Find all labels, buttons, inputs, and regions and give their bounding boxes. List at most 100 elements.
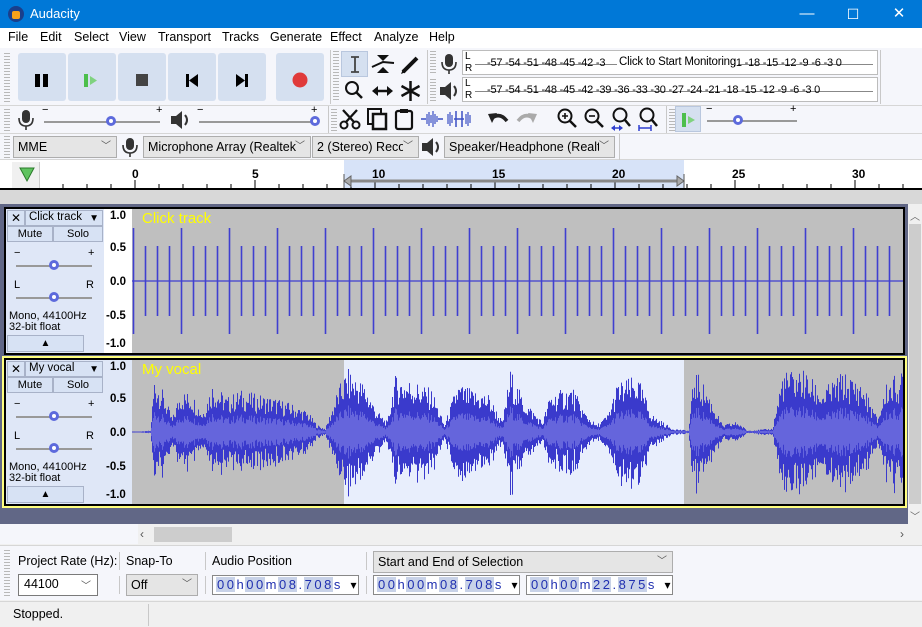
collapse-track-button[interactable]: ▲ [7,335,84,352]
menu-view[interactable]: View [119,30,146,44]
time-shift-tool-button[interactable] [369,78,396,104]
scroll-up-arrow-icon[interactable]: ︿ [908,208,922,223]
waveform-area[interactable]: My vocal [132,360,903,504]
track-vocal[interactable]: ✕ My vocal ▼ Mute Solo − + L R Mono, 441… [4,358,905,506]
close-track-button[interactable]: ✕ [7,361,25,377]
redo-button[interactable] [513,106,539,132]
slider-thumb[interactable] [49,411,59,421]
pan-slider[interactable]: L R [14,279,94,305]
playback-device-select[interactable]: Speaker/Headphone (Realte ﹀ [444,136,615,158]
skip-to-start-button[interactable] [168,53,216,101]
toolbar-grip[interactable] [4,136,10,158]
zoom-tool-button[interactable] [341,78,368,104]
track-menu-button[interactable]: My vocal ▼ [25,361,103,377]
recording-device-select[interactable]: Microphone Array (Realtek ﹀ [143,136,311,158]
solo-button[interactable]: Solo [53,226,103,242]
undo-button[interactable] [486,106,512,132]
toolbar-grip[interactable] [4,109,10,131]
menu-effect[interactable]: Effect [330,30,362,44]
fit-selection-button[interactable] [608,106,634,132]
scroll-down-arrow-icon[interactable]: ﹀ [908,508,922,523]
cut-button[interactable] [337,106,363,132]
menu-generate[interactable]: Generate [270,30,322,44]
record-volume-slider[interactable]: − + [42,104,164,130]
maximize-button[interactable]: ☐ [830,0,876,28]
selection-end-field[interactable]: 00h00m22.875s ▾ [526,575,673,595]
minimize-button[interactable]: — [784,0,830,28]
project-rate-select[interactable]: 44100 ﹀ [18,574,98,596]
menu-edit[interactable]: Edit [40,30,62,44]
copy-button[interactable] [364,106,390,132]
toolbar-grip[interactable] [430,79,436,101]
track-click[interactable]: ✕ Click track ▼ Mute Solo − + L R Mono, … [4,207,905,355]
menu-transport[interactable]: Transport [158,30,211,44]
slider-thumb[interactable] [310,116,320,126]
record-meter-button[interactable] [437,51,461,77]
playback-meter[interactable]: L R -57 -54 -51 -48 -45 -42 -39 -36 -33 … [462,77,878,102]
dropdown-arrow-icon[interactable]: ▾ [664,576,671,594]
paste-button[interactable] [391,106,417,132]
snap-to-select[interactable]: Off ﹀ [126,574,198,596]
selection-range-arrow[interactable] [343,174,685,188]
selection-tool-button[interactable] [341,51,368,77]
slider-thumb[interactable] [49,292,59,302]
draw-tool-button[interactable] [397,51,424,77]
mute-button[interactable]: Mute [7,226,53,242]
toolbar-grip[interactable] [430,51,436,73]
playback-meter-button[interactable] [437,78,461,104]
menu-select[interactable]: Select [74,30,109,44]
menu-analyze[interactable]: Analyze [374,30,418,44]
play-button[interactable] [68,53,116,101]
stop-button[interactable] [118,53,166,101]
trim-audio-button[interactable] [419,106,445,132]
collapse-track-button[interactable]: ▲ [7,486,84,503]
multi-tool-button[interactable] [397,78,424,104]
recording-channels-select[interactable]: 2 (Stereo) Recor ﹀ [312,136,419,158]
skip-to-end-button[interactable] [218,53,266,101]
zoom-out-button[interactable] [581,106,607,132]
dropdown-arrow-icon[interactable]: ▾ [511,576,518,594]
track-menu-button[interactable]: Click track ▼ [25,210,103,226]
envelope-tool-button[interactable] [369,51,396,77]
selection-mode-select[interactable]: Start and End of Selection ﹀ [373,551,673,573]
solo-button[interactable]: Solo [53,377,103,393]
record-meter[interactable]: L R -57 -54 -51 -48 -45 -42 -3 Click to … [462,50,878,75]
slider-thumb[interactable] [732,115,743,125]
menu-file[interactable]: File [8,30,28,44]
close-button[interactable]: ✕ [876,0,922,28]
gain-slider[interactable]: − + [14,398,94,424]
slider-thumb[interactable] [49,443,59,453]
dropdown-arrow-icon[interactable]: ▾ [350,576,357,594]
playback-volume-slider[interactable]: − + [197,104,320,130]
audio-position-field[interactable]: 00h00m08.708s ▾ [212,575,359,595]
gain-slider[interactable]: − + [14,247,94,273]
vertical-scrollbar[interactable]: ︿ ﹀ [908,204,922,524]
vertical-ruler[interactable]: 1.0 0.5 0.0 -0.5 -1.0 [104,209,132,353]
start-monitoring-prompt[interactable]: Click to Start Monitoring [617,56,739,68]
toolbar-grip[interactable] [4,53,10,103]
waveform-area[interactable]: Click track [132,209,903,353]
close-track-button[interactable]: ✕ [7,210,25,226]
menu-tracks[interactable]: Tracks [222,30,259,44]
slider-thumb[interactable] [106,116,117,126]
pan-slider[interactable]: L R [14,430,94,456]
toolbar-grip[interactable] [4,550,10,596]
selection-start-field[interactable]: 00h00m08.708s ▾ [373,575,520,595]
scrollbar-thumb[interactable] [154,527,232,542]
scroll-left-arrow-icon[interactable]: ‹ [140,527,152,541]
horizontal-scrollbar[interactable]: ‹ › [138,525,922,543]
silence-audio-button[interactable] [446,106,472,132]
scroll-right-arrow-icon[interactable]: › [900,527,912,541]
playback-speed-slider[interactable]: − + [706,103,800,130]
fit-project-button[interactable] [635,106,661,132]
scrollbar-thumb[interactable] [909,224,921,504]
pause-button[interactable] [18,53,66,101]
mute-button[interactable]: Mute [7,377,53,393]
timeline-ruler[interactable]: 0 5 10 15 20 25 30 [0,160,922,190]
menu-help[interactable]: Help [429,30,455,44]
record-button[interactable] [276,53,324,101]
zoom-in-button[interactable] [554,106,580,132]
toolbar-grip[interactable] [333,51,339,101]
slider-thumb[interactable] [49,260,59,270]
audio-host-select[interactable]: MME ﹀ [13,136,117,158]
